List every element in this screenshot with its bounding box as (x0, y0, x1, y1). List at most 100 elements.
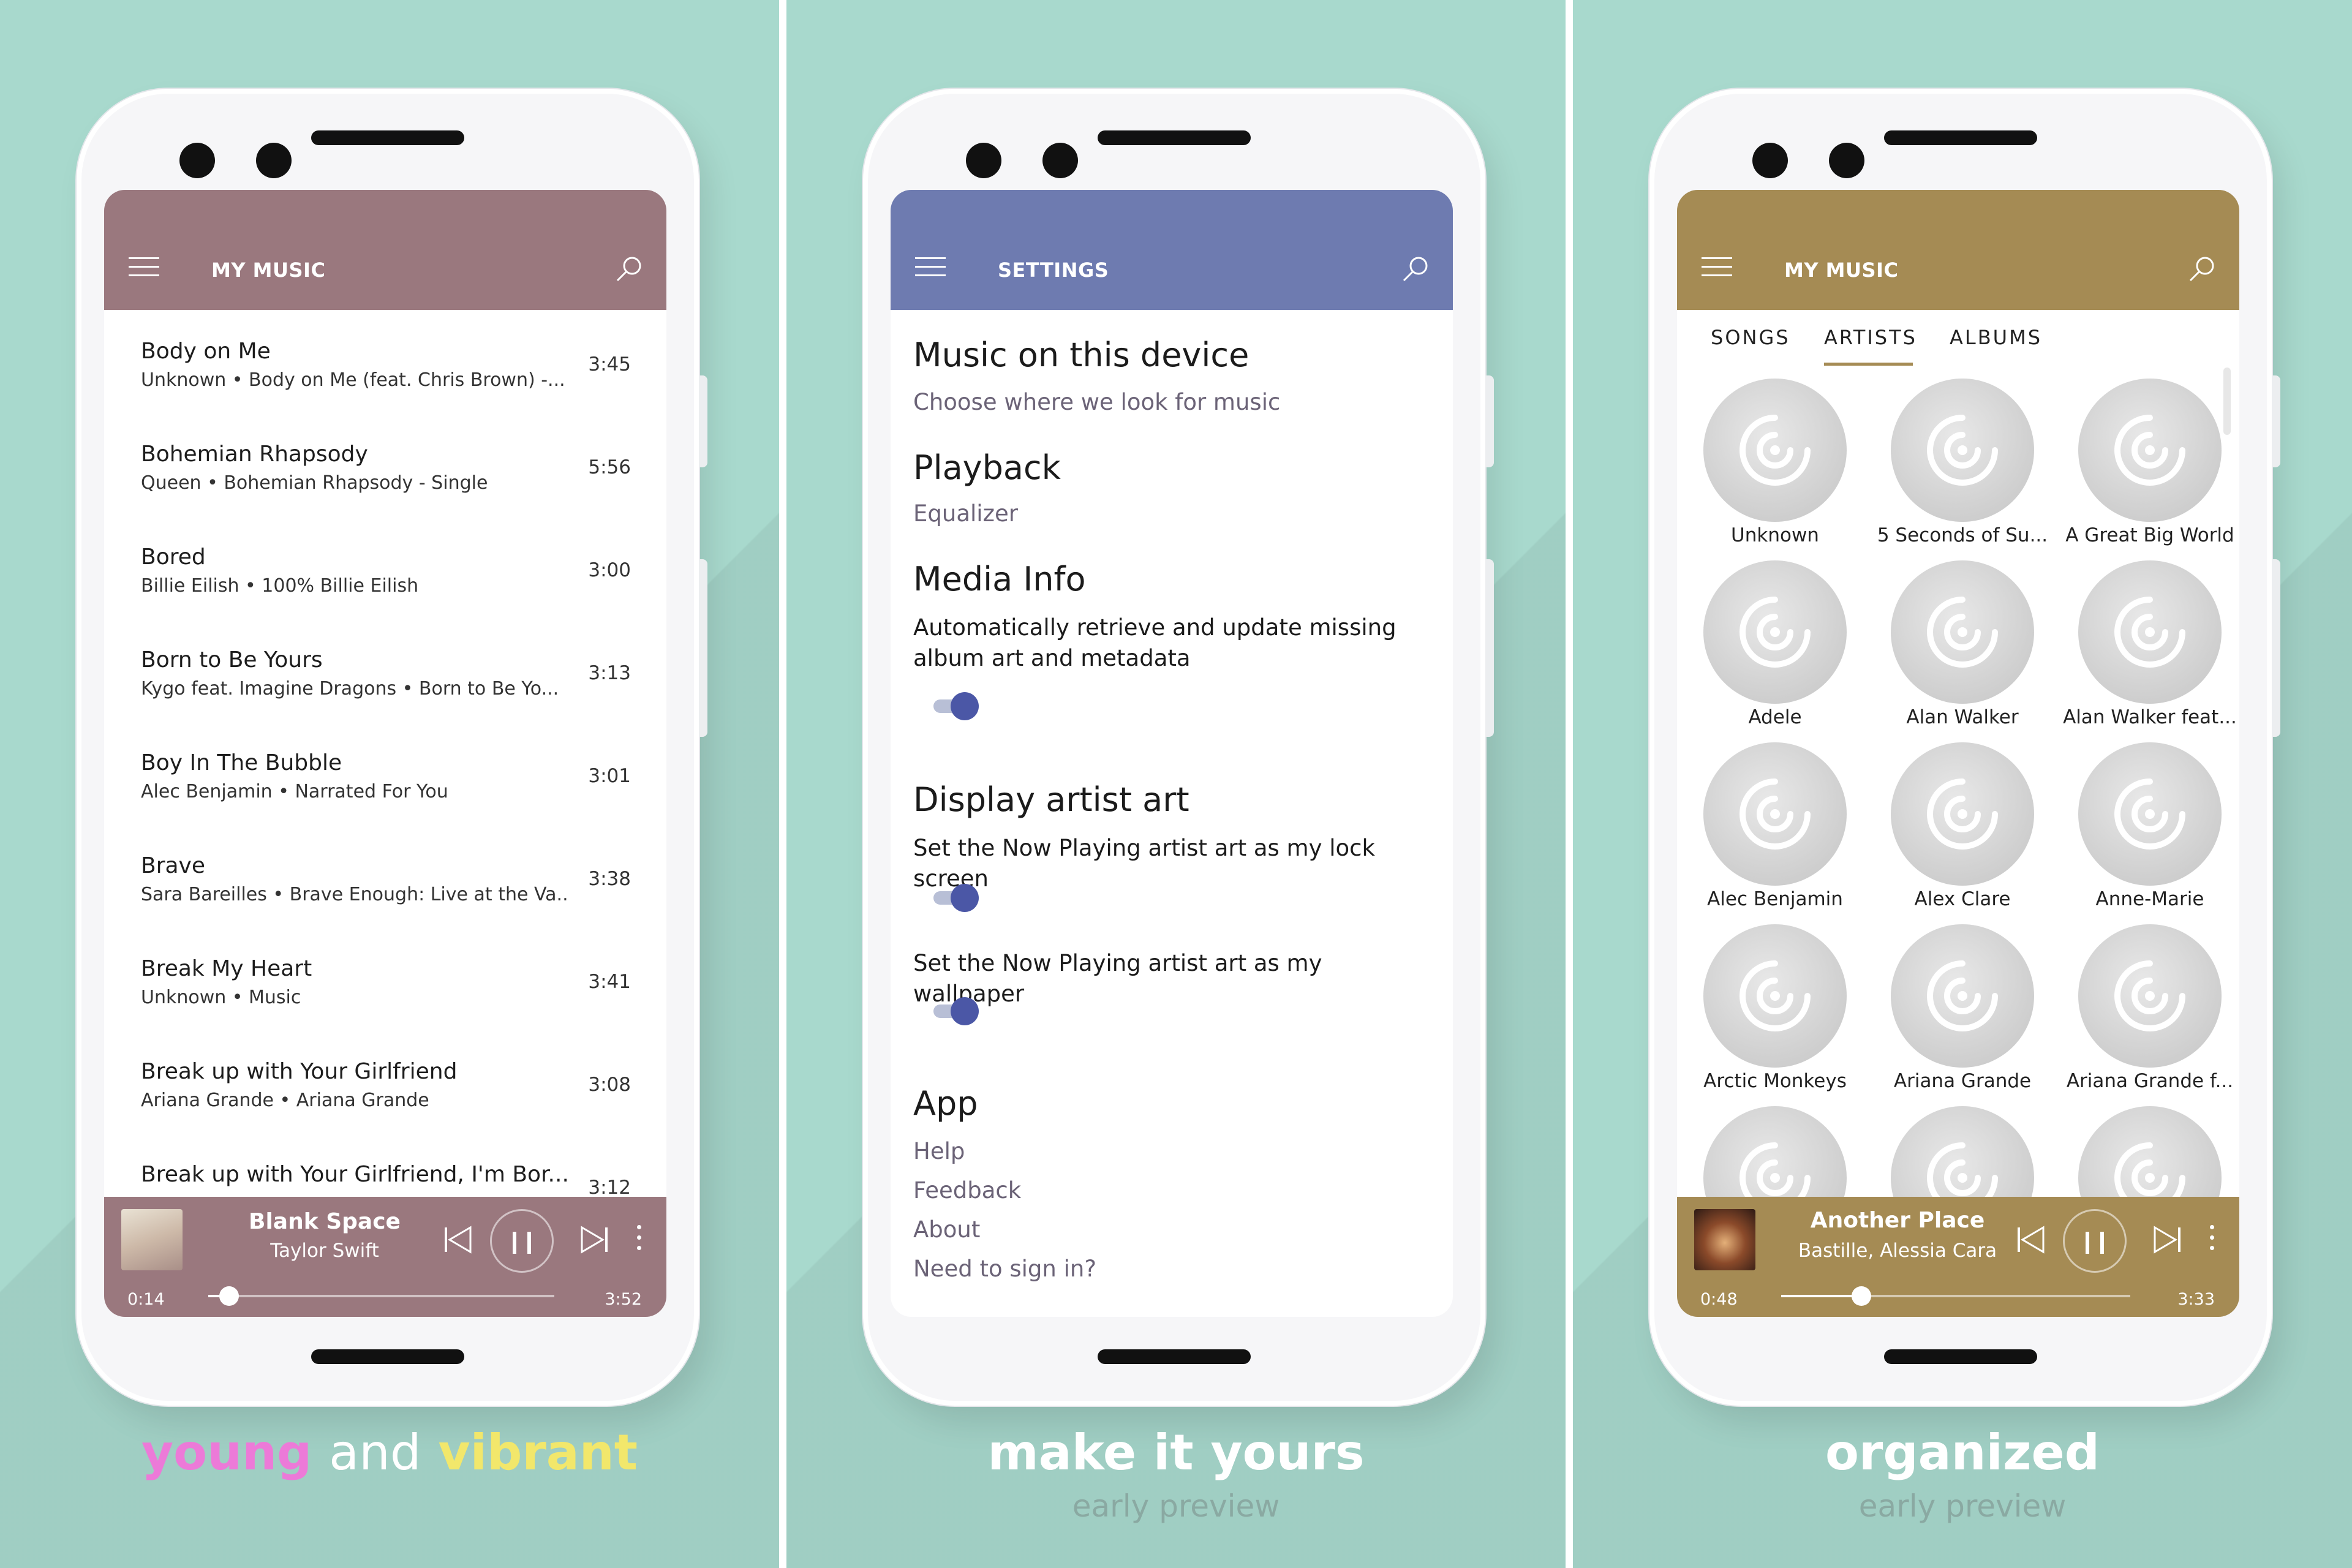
artist-disc-icon (2078, 560, 2222, 704)
music-folders-link[interactable]: Choose where we look for music (913, 389, 1280, 415)
song-subtitle: Unknown • Music (141, 987, 301, 1008)
active-tab-indicator (1824, 363, 1913, 366)
total-time: 3:52 (605, 1290, 642, 1309)
song-duration: 3:41 (588, 971, 631, 993)
album-art-thumbnail[interactable] (121, 1209, 183, 1270)
song-row[interactable]: Bored Billie Eilish • 100% Billie Eilish 3… (141, 545, 631, 647)
album-art-thumbnail[interactable] (1694, 1209, 1755, 1270)
playback-heading: Playback (913, 448, 1061, 487)
song-title: Brave (141, 853, 206, 878)
seek-bar[interactable] (1781, 1286, 2130, 1306)
song-row[interactable]: Brave Sara Bareilles • Brave Enough: Live… (141, 853, 631, 956)
artist-tile[interactable]: Arctic Monkeys (1683, 924, 1867, 1108)
panel-organized: MY MUSIC SONGS ARTISTS ALBUMS Unknown 5 S… (1573, 0, 2352, 1568)
next-track-icon[interactable] (576, 1221, 612, 1258)
artist-tile[interactable]: Alan Walker (1871, 560, 2054, 744)
artist-tile[interactable]: Alan Walker feat... (2058, 560, 2239, 744)
more-options-icon[interactable] (637, 1225, 643, 1256)
tab-artists[interactable]: ARTISTS (1824, 326, 1917, 349)
phone-screen: MY MUSIC Body on Me Unknown • Body on Me … (104, 190, 666, 1317)
previous-track-icon[interactable] (440, 1221, 477, 1258)
artist-disc-icon (1891, 560, 2034, 704)
volume-button (2272, 375, 2280, 467)
previous-track-icon[interactable] (2013, 1221, 2049, 1258)
feedback-link[interactable]: Feedback (913, 1177, 1021, 1204)
search-icon[interactable] (2187, 254, 2217, 284)
sensor-icon (1829, 143, 1864, 178)
lockscreen-art-toggle[interactable] (933, 884, 982, 912)
caption-headline: organized (1825, 1424, 2100, 1481)
wallpaper-description: Set the Now Playing artist art as my wal… (913, 950, 1322, 1007)
equalizer-link[interactable]: Equalizer (913, 500, 1018, 527)
volume-button (1485, 375, 1494, 467)
artist-tile[interactable]: Alec Benjamin (1683, 742, 1867, 926)
song-row[interactable]: Bohemian Rhapsody Queen • Bohemian Rhapso… (141, 442, 631, 545)
artist-tile[interactable]: Unknown (1683, 379, 1867, 562)
song-row[interactable]: Break My Heart Unknown • Music 3:41 (141, 956, 631, 1059)
caption-word-vibrant: vibrant (438, 1424, 638, 1481)
artist-disc-icon (1891, 742, 2034, 886)
sign-in-link[interactable]: Need to sign in? (913, 1256, 1096, 1282)
tab-songs[interactable]: SONGS (1711, 326, 1790, 349)
artist-tile[interactable]: Ariana Grande f... (2058, 924, 2239, 1108)
speaker-grille (1098, 130, 1251, 145)
artist-tile[interactable]: A Great Big World (2058, 379, 2239, 562)
sensor-icon (1042, 143, 1078, 178)
song-subtitle: Kygo feat. Imagine Dragons • Born to Be … (141, 678, 559, 699)
tab-albums[interactable]: ALBUMS (1950, 326, 2042, 349)
artist-tile[interactable]: Anne-Marie (2058, 742, 2239, 926)
seek-bar-thumb[interactable] (219, 1286, 239, 1306)
song-title: Bored (141, 545, 206, 570)
seek-bar-thumb[interactable] (1852, 1286, 1872, 1306)
artist-disc-icon (1703, 924, 1847, 1068)
media-info-toggle[interactable] (933, 692, 982, 720)
artist-tile[interactable]: Adele (1683, 560, 1867, 744)
artist-disc-icon (2078, 742, 2222, 886)
next-track-icon[interactable] (2149, 1221, 2185, 1258)
app-heading: App (913, 1084, 978, 1123)
artist-name: A Great Big World (2065, 524, 2234, 546)
about-link[interactable]: About (913, 1216, 980, 1243)
total-time: 3:33 (2177, 1290, 2215, 1309)
wallpaper-art-toggle[interactable] (933, 997, 982, 1025)
song-subtitle: Alec Benjamin • Narrated For You (141, 781, 448, 802)
volume-button (699, 375, 707, 467)
artist-tile[interactable]: Alex Clare (1871, 742, 2054, 926)
artist-tile[interactable]: 5 Seconds of Su... (1871, 379, 2054, 562)
more-options-icon[interactable] (2210, 1225, 2216, 1256)
song-row[interactable]: Break up with Your Girlfriend Ariana Gran… (141, 1059, 631, 1162)
now-playing-title: Another Place (1810, 1208, 1985, 1233)
artist-name: Unknown (1731, 524, 1819, 546)
pause-button[interactable] (2063, 1209, 2127, 1273)
search-icon[interactable] (1400, 254, 1431, 284)
search-icon[interactable] (614, 254, 644, 284)
elapsed-time: 0:48 (1700, 1290, 1738, 1309)
speaker-grille (311, 130, 464, 145)
caption-word-young: young (141, 1424, 312, 1481)
song-row[interactable]: Born to Be Yours Kygo feat. Imagine Drago… (141, 647, 631, 750)
artist-tile[interactable]: Ariana Grande (1871, 924, 2054, 1108)
artist-disc-icon (1891, 379, 2034, 522)
song-row[interactable]: Body on Me Unknown • Body on Me (feat. Ch… (141, 339, 631, 442)
song-subtitle: Ariana Grande • Ariana Grande (141, 1090, 429, 1111)
seek-bar-fill (1781, 1295, 1862, 1297)
song-title: Break My Heart (141, 956, 312, 981)
artist-disc-icon (1703, 742, 1847, 886)
hamburger-menu-icon[interactable] (129, 257, 159, 278)
help-link[interactable]: Help (913, 1138, 965, 1164)
hamburger-menu-icon[interactable] (1702, 257, 1732, 278)
pause-button[interactable] (490, 1209, 554, 1273)
song-duration: 3:00 (588, 559, 631, 581)
seek-bar[interactable] (208, 1286, 554, 1306)
hamburger-menu-icon[interactable] (915, 257, 946, 278)
phone-frame: MY MUSIC SONGS ARTISTS ALBUMS Unknown 5 S… (1649, 89, 2280, 1406)
artist-name: Alan Walker (1906, 706, 2019, 728)
caption-headline: make it yours (987, 1424, 1365, 1481)
now-playing-title: Blank Space (249, 1209, 401, 1234)
song-row[interactable]: Boy In The Bubble Alec Benjamin • Narrate… (141, 750, 631, 853)
artist-disc-icon (2078, 924, 2222, 1068)
artist-name: Alec Benjamin (1707, 888, 1843, 910)
sensor-icon (256, 143, 292, 178)
caption-subtitle: early preview (1858, 1488, 2067, 1524)
song-duration: 3:13 (588, 662, 631, 684)
